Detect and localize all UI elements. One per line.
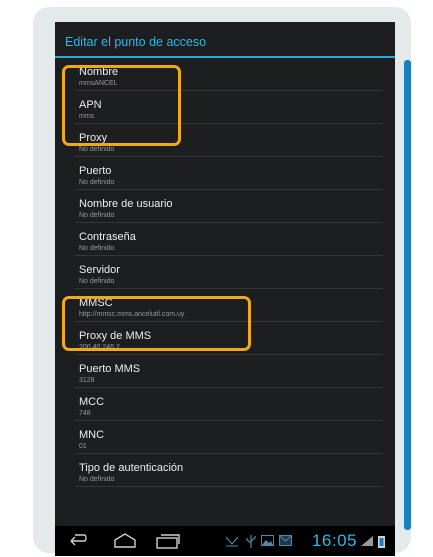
setting-label: Nombre de usuario [79, 198, 173, 210]
setting-label: Contraseña [79, 231, 136, 243]
home-icon[interactable] [113, 533, 137, 549]
battery-icon [378, 536, 385, 548]
setting-value: No definido [79, 212, 115, 219]
mail-icon [279, 535, 292, 546]
device-screen: Editar el punto de acceso Nombre mmsANCE… [55, 22, 395, 556]
setting-label: Puerto MMS [79, 363, 141, 375]
setting-value: 3128 [79, 377, 95, 384]
setting-tipo-de-autenticacion[interactable]: Tipo de autenticación No definido [55, 454, 395, 487]
setting-label: MNC [79, 429, 105, 441]
highlight-box-nombre-apn [62, 65, 181, 146]
setting-mcc[interactable]: MCC 748 [55, 388, 395, 421]
setting-nombre-de-usuario[interactable]: Nombre de usuario No definido [55, 190, 395, 223]
image-icon [261, 535, 274, 546]
device-frame-accent [404, 60, 411, 530]
setting-label: Puerto [79, 165, 112, 177]
signal-icon [361, 536, 373, 546]
setting-value: 748 [79, 410, 91, 417]
setting-value: No definido [79, 179, 115, 186]
setting-value: No definido [79, 278, 115, 285]
dialog-title: Editar el punto de acceso [65, 35, 207, 49]
dropdown-icon [225, 536, 239, 547]
setting-label: MCC [79, 396, 105, 408]
recent-apps-icon[interactable] [155, 533, 181, 549]
setting-value: No definido [79, 476, 115, 483]
highlight-box-mmsc [62, 296, 251, 351]
setting-contrasena[interactable]: Contraseña No definido [55, 223, 395, 256]
status-clock: 16:05 [311, 531, 357, 550]
usb-icon [246, 535, 256, 548]
setting-label: Tipo de autenticación [79, 462, 184, 474]
divider [75, 486, 383, 487]
setting-value: No definido [79, 245, 115, 252]
setting-label: Servidor [79, 264, 120, 276]
dialog-title-bar: Editar el punto de acceso [55, 22, 395, 58]
setting-puerto-mms[interactable]: Puerto MMS 3128 [55, 355, 395, 388]
setting-value: 01 [79, 443, 87, 450]
setting-servidor[interactable]: Servidor No definido [55, 256, 395, 289]
setting-value: No definido [79, 146, 115, 153]
setting-puerto[interactable]: Puerto No definido [55, 157, 395, 190]
back-icon[interactable] [67, 533, 93, 549]
setting-mnc[interactable]: MNC 01 [55, 421, 395, 454]
system-navigation-bar: 16:05 [55, 526, 395, 556]
